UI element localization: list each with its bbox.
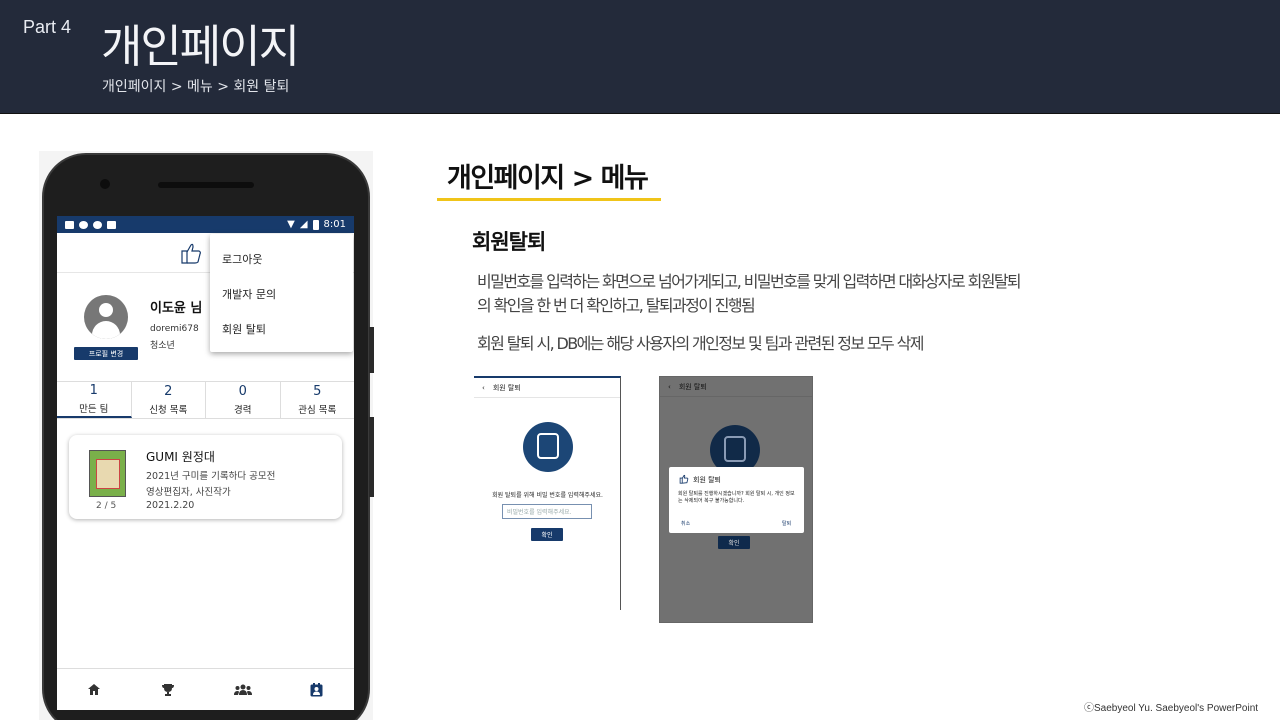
breadcrumb: 개인페이지 > 메뉴 > 회원 탈퇴 bbox=[102, 79, 290, 95]
status-bar: ▼ ◢ 8:01 bbox=[57, 216, 354, 233]
part-label: Part 4 bbox=[23, 17, 72, 37]
bottom-nav bbox=[57, 668, 354, 710]
dialog-title: 회원 탈퇴 bbox=[693, 476, 721, 484]
signal-icon: ◢ bbox=[299, 219, 308, 230]
stat-label: 관심 목록 bbox=[298, 404, 337, 416]
slide-title: 개인페이지 bbox=[101, 20, 300, 73]
group-icon bbox=[233, 684, 252, 695]
speaker-grille bbox=[158, 182, 254, 188]
home-icon bbox=[88, 684, 101, 695]
description-line-2: 의 확인을 한 번 더 확인하고, 탈퇴과정이 진행됨 bbox=[477, 296, 756, 315]
description-paragraph-2: 회원 탈퇴 시, DB에는 해당 사용자의 개인정보 및 팀과 관련된 정보 모… bbox=[477, 334, 925, 353]
badge-icon bbox=[310, 682, 323, 696]
stats-tabs: 1 만든 팀 2 신청 목록 0 경력 5 관심 목록 bbox=[57, 381, 354, 419]
password-screen-screenshot: ‹ 회원 탈퇴 회원 탈퇴를 위해 비밀 번호를 입력해주세요. 비밀번호를 입… bbox=[474, 376, 621, 610]
slide-header: Part 4 개인페이지 개인페이지 > 메뉴 > 회원 탈퇴 bbox=[0, 0, 1280, 114]
menu-item-withdraw[interactable]: 회원 탈퇴 bbox=[210, 311, 353, 346]
sd-card-icon bbox=[107, 220, 116, 229]
sync-icon bbox=[93, 220, 102, 229]
tab-applications[interactable]: 2 신청 목록 bbox=[132, 382, 206, 418]
overflow-menu: 로그아웃 개발자 문의 회원 탈퇴 bbox=[210, 234, 353, 352]
nav-teams[interactable] bbox=[206, 669, 280, 710]
thumbs-up-badge-icon bbox=[523, 422, 573, 472]
stat-count: 1 bbox=[89, 382, 98, 398]
shot-title: 회원 탈퇴 bbox=[678, 382, 707, 391]
power-button bbox=[369, 327, 374, 373]
team-poster-image bbox=[89, 450, 126, 497]
tab-created-teams[interactable]: 1 만든 팀 bbox=[57, 382, 132, 418]
sub-title: 회원탈퇴 bbox=[472, 230, 546, 254]
menu-item-logout[interactable]: 로그아웃 bbox=[210, 241, 353, 276]
dialog-cancel-button[interactable]: 취소 bbox=[681, 520, 690, 527]
back-arrow-icon[interactable]: ‹ bbox=[482, 384, 485, 392]
nav-contests[interactable] bbox=[131, 669, 205, 710]
camera-icon bbox=[100, 179, 110, 189]
menu-item-contact-developer[interactable]: 개발자 문의 bbox=[210, 276, 353, 311]
confirm-button[interactable]: 확인 bbox=[531, 528, 563, 541]
team-roles: 영상편집자, 사진작가 bbox=[146, 487, 231, 498]
description-line-1: 비밀번호를 입력하는 화면으로 넘어가게되고, 비밀번호를 맞게 입력하면 대화… bbox=[477, 272, 1022, 291]
avatar bbox=[84, 295, 128, 339]
confirm-dialog: 회원 탈퇴 회원 탈퇴를 진행하시겠습니까? 회원 탈퇴 시, 개인 정보는 삭… bbox=[669, 467, 804, 533]
app-logo-icon bbox=[679, 474, 689, 484]
volume-button bbox=[369, 417, 374, 497]
copyright-footer: ⓒSaebyeol Yu. Saebyeol's PowerPoint bbox=[1084, 703, 1259, 714]
stat-label: 만든 팀 bbox=[79, 403, 109, 415]
team-date: 2021.2.20 bbox=[146, 500, 195, 511]
password-prompt: 회원 탈퇴를 위해 비밀 번호를 입력해주세요. bbox=[492, 492, 603, 499]
dialog-withdraw-button[interactable]: 탈퇴 bbox=[782, 520, 791, 527]
user-name: 이도윤 님 bbox=[150, 301, 203, 316]
shot-app-bar: ‹ 회원 탈퇴 bbox=[474, 378, 620, 398]
phone-screen: ▼ ◢ 8:01 로그아웃 개발자 문의 회원 탈퇴 프로필 변경 이도윤 님 … bbox=[57, 216, 354, 710]
description-paragraph-1: 비밀번호를 입력하는 화면으로 넘어가게되고, 비밀번호를 맞게 입력하면 대화… bbox=[477, 270, 1117, 318]
wifi-icon: ▼ bbox=[287, 219, 295, 230]
section-underline bbox=[437, 198, 661, 201]
nav-home[interactable] bbox=[57, 669, 131, 710]
stat-label: 신청 목록 bbox=[149, 404, 188, 416]
trophy-icon bbox=[162, 683, 175, 696]
shot-title: 회원 탈퇴 bbox=[492, 383, 521, 392]
stat-count: 5 bbox=[313, 383, 322, 399]
team-title: GUMI 원정대 bbox=[146, 450, 215, 464]
slide: Part 4 개인페이지 개인페이지 > 메뉴 > 회원 탈퇴 ▼ ◢ 8:01 bbox=[0, 0, 1280, 720]
status-time: 8:01 bbox=[323, 219, 346, 230]
page-indicator: 2 / 5 bbox=[96, 501, 117, 511]
section-title: 개인페이지 > 메뉴 bbox=[447, 163, 649, 194]
battery-icon bbox=[312, 219, 319, 230]
tab-interests[interactable]: 5 관심 목록 bbox=[281, 382, 355, 418]
team-card[interactable]: 2 / 5 GUMI 원정대 2021년 구미를 기록하다 공모전 영상편집자,… bbox=[69, 435, 342, 519]
user-level: 청소년 bbox=[150, 341, 175, 351]
tab-career[interactable]: 0 경력 bbox=[206, 382, 281, 418]
password-input[interactable]: 비밀번호를 입력해주세요. bbox=[502, 504, 592, 519]
nav-mypage[interactable] bbox=[280, 669, 354, 710]
shot-app-bar: ‹ 회원 탈퇴 bbox=[660, 377, 812, 397]
confirm-button[interactable]: 확인 bbox=[718, 536, 750, 549]
team-contest: 2021년 구미를 기록하다 공모전 bbox=[146, 471, 276, 482]
app-logo-icon bbox=[181, 243, 201, 264]
edit-profile-button[interactable]: 프로필 변경 bbox=[74, 347, 138, 360]
dialog-message: 회원 탈퇴를 진행하시겠습니까? 회원 탈퇴 시, 개인 정보는 삭제되어 복구… bbox=[678, 491, 795, 504]
user-id: doremi678 bbox=[150, 324, 199, 334]
stat-count: 2 bbox=[164, 383, 173, 399]
withdraw-dialog-screenshot: ‹ 회원 탈퇴 확인 회원 탈퇴 회원 탈퇴를 진행하시겠습니까? 회원 탈퇴 … bbox=[659, 376, 813, 623]
stat-count: 0 bbox=[238, 383, 247, 399]
back-arrow-icon[interactable]: ‹ bbox=[668, 383, 671, 391]
notification-icon bbox=[79, 220, 88, 229]
mail-icon bbox=[65, 220, 74, 229]
stat-label: 경력 bbox=[234, 404, 252, 416]
